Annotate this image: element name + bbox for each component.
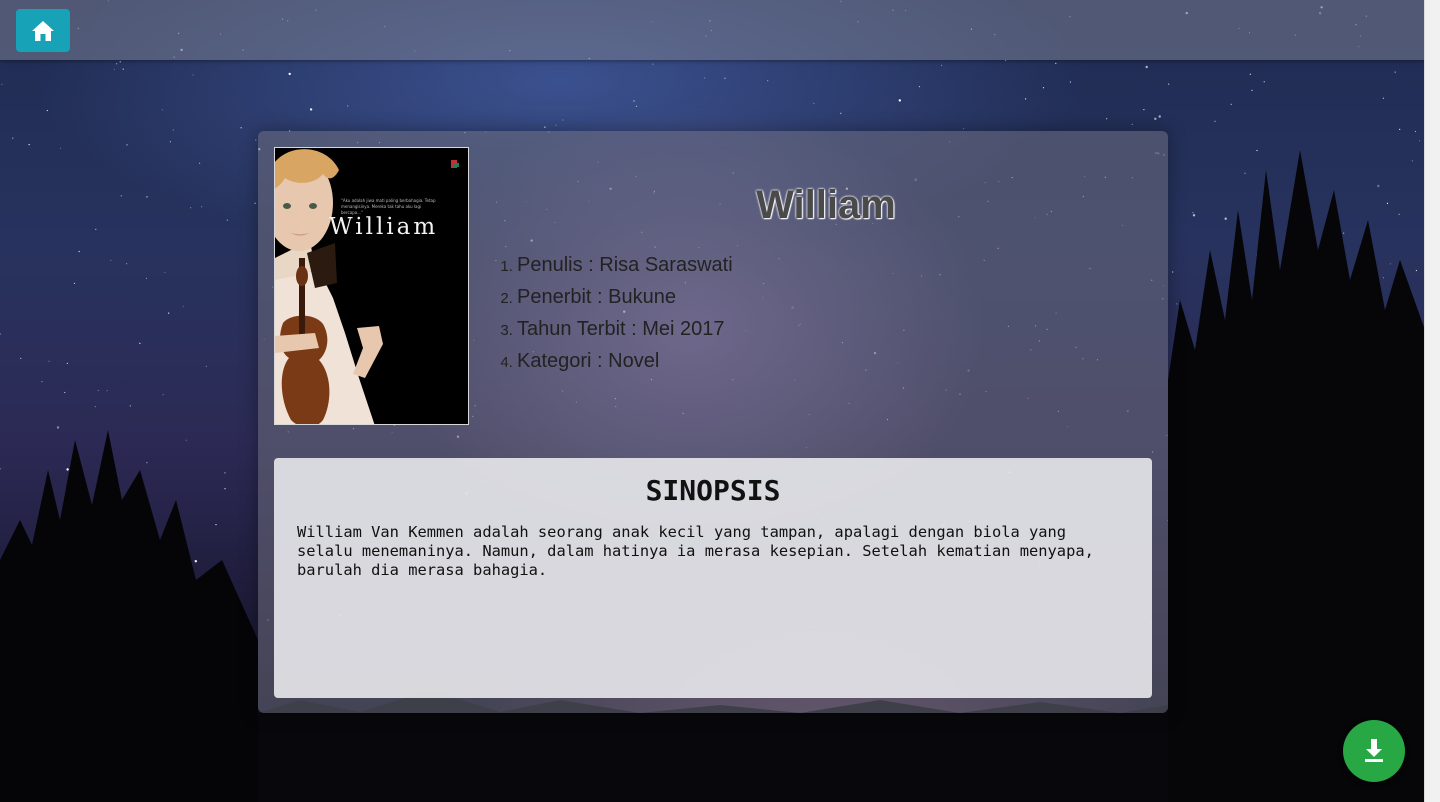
home-icon [32, 20, 54, 41]
cover-title: William [329, 214, 439, 240]
synopsis-heading: SINOPSIS [645, 474, 781, 507]
page: "Aku adalah jiwa mati paling berbahagia.… [0, 0, 1440, 802]
download-icon [1365, 739, 1383, 762]
book-title: William [756, 183, 896, 227]
cover-illustration [275, 148, 468, 424]
book-cover-image: "Aku adalah jiwa mati paling berbahagia.… [274, 147, 469, 425]
book-detail-card: "Aku adalah jiwa mati paling berbahagia.… [258, 131, 1168, 713]
detail-publish-year: Tahun Terbit : Mei 2017 [517, 313, 733, 345]
detail-publisher: Penerbit : Bukune [517, 281, 733, 313]
download-button[interactable] [1343, 720, 1405, 782]
detail-author: Penulis : Risa Saraswati [517, 249, 733, 281]
home-button[interactable] [16, 9, 70, 52]
synopsis-text: William Van Kemmen adalah seorang anak k… [297, 523, 1094, 579]
synopsis-panel: SINOPSIS William Van Kemmen adalah seora… [274, 458, 1152, 698]
book-details-list: Penulis : Risa Saraswati Penerbit : Buku… [499, 249, 733, 377]
detail-category: Kategori : Novel [517, 345, 733, 377]
top-navbar [0, 0, 1425, 60]
vertical-scrollbar[interactable] [1424, 0, 1440, 802]
